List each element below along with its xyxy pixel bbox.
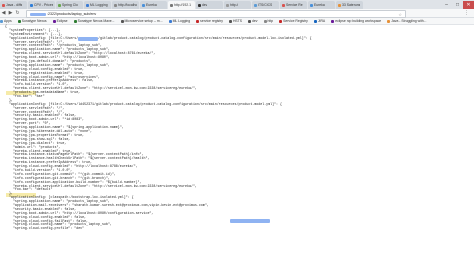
tab-title: Spring Clo — [62, 3, 78, 7]
browser-tab[interactable]: Java - diffs — [0, 1, 27, 9]
tab-favicon-icon — [142, 3, 145, 7]
bookmark-label: Service Registry — [283, 19, 308, 23]
tab-title: Eureka — [146, 3, 157, 7]
browser-tab[interactable]: 33 Sateruns — [336, 1, 363, 9]
forward-icon[interactable]: ▶ — [7, 10, 14, 16]
bookmark-label: http — [267, 19, 274, 23]
bookmark-favicon-icon — [73, 19, 77, 23]
bookmark-favicon-icon — [279, 19, 283, 23]
bookmark-item[interactable]: Eclipse — [52, 19, 68, 23]
browser-tab[interactable]: CPV - Prices — [28, 1, 55, 9]
bookmark-favicon-icon — [0, 19, 3, 23]
bookmark-label: Java - Struggling with... — [391, 19, 427, 23]
tab-favicon-icon — [338, 3, 341, 7]
bookmark-favicon-icon — [228, 19, 232, 23]
bookmark-label: Apps — [4, 19, 12, 23]
bookmark-label: Eclipse — [56, 19, 68, 23]
tab-title: ITS/CICS — [258, 3, 273, 7]
back-icon[interactable]: ◀ — [0, 10, 7, 16]
tab-title: http://192.1 — [174, 3, 191, 7]
url-field[interactable]: :2322/products/laptop_sub/env ☆ — [26, 10, 406, 18]
tab-favicon-icon — [282, 3, 285, 7]
bookmark-favicon-icon — [120, 19, 124, 23]
tab-favicon-icon — [58, 3, 61, 7]
tab-favicon-icon — [30, 3, 33, 7]
maximize-icon[interactable]: □ — [452, 1, 463, 9]
bookmark-item[interactable]: HSTS — [228, 19, 243, 23]
tab-title: http://localho — [118, 3, 138, 7]
bookmark-favicon-icon — [313, 19, 317, 23]
bookmark-item[interactable]: service registry — [196, 19, 223, 23]
window-controls: – □ ✕ — [441, 1, 474, 9]
bookmark-item[interactable]: Sonatype Nexus — [17, 19, 47, 23]
bookmark-item[interactable]: Java - Struggling with... — [387, 19, 426, 23]
bookmark-label: JIRA — [317, 19, 326, 23]
tab-title: http:// — [230, 3, 239, 7]
bookmark-label: Microservice setup -- m... — [124, 19, 163, 23]
bookmark-item[interactable]: http — [263, 19, 274, 23]
browser-tab[interactable]: ITS/CICS — [252, 1, 279, 9]
bookmark-item[interactable]: eclipse rcp building workspace — [331, 19, 381, 23]
json-text: { "systemProperties": {...}, "systemEnvi… — [5, 24, 474, 231]
browser-tab[interactable]: dev — [196, 1, 223, 9]
tab-favicon-icon — [114, 3, 117, 7]
browser-tab-bar: Java - diffs CPV - Prices Spring Clo ML Log… — [0, 0, 474, 9]
tab-favicon-icon — [198, 3, 201, 7]
reload-icon[interactable]: ↻ — [14, 10, 21, 16]
browser-tab[interactable]: http://192.1 — [168, 1, 195, 9]
tab-favicon-icon — [170, 3, 173, 7]
bookmark-favicon-icon — [196, 19, 200, 23]
bookmark-favicon-icon — [168, 19, 172, 23]
tab-favicon-icon — [226, 3, 229, 7]
browser-tab[interactable]: Service Re — [280, 1, 307, 9]
tab-title: Service Re — [286, 3, 303, 7]
bookmark-item[interactable]: Service Registry — [279, 19, 308, 23]
close-icon[interactable]: ✕ — [463, 1, 474, 9]
bookmark-favicon-icon — [331, 19, 335, 23]
tab-title: ML Logging — [90, 3, 108, 7]
tab-title: CPV - Prices — [34, 3, 54, 7]
browser-tab[interactable]: Eureka — [308, 1, 335, 9]
tab-favicon-icon — [2, 3, 5, 7]
browser-tab[interactable]: ML Logging — [84, 1, 111, 9]
browser-tab[interactable]: http:// — [224, 1, 251, 9]
tab-title: Eureka — [314, 3, 325, 7]
tab-title: 33 Sateruns — [342, 3, 361, 7]
bookmark-favicon-icon — [248, 19, 252, 23]
bookmark-favicon-icon — [17, 19, 21, 23]
address-bar-row: ◀ ▶ ↻ :2322/products/laptop_sub/env ☆ ⋮ — [0, 9, 474, 18]
bookmark-favicon-icon — [52, 19, 56, 23]
json-line: "spring.cloud.config.profile": "dev" — [5, 226, 85, 231]
browser-tab[interactable]: http://localho — [112, 1, 139, 9]
bookmark-item[interactable]: JIRA — [313, 19, 326, 23]
url-redaction — [30, 12, 46, 16]
json-viewer: { "systemProperties": {...}, "systemEnvi… — [0, 24, 474, 275]
bookmark-item[interactable]: Microservice setup -- m... — [120, 19, 163, 23]
tab-title: Java - diffs — [6, 3, 23, 7]
browser-tab[interactable]: Eureka — [140, 1, 167, 9]
minimize-icon[interactable]: – — [441, 1, 452, 9]
tab-favicon-icon — [310, 3, 313, 7]
bookmark-label: Sonatype Nexus Mave... — [77, 19, 115, 23]
tab-title: dev — [202, 3, 208, 7]
bookmark-item[interactable]: ML Logging — [168, 19, 191, 23]
bookmark-favicon-icon — [263, 19, 267, 23]
bookmark-label: eclipse rcp building workspace — [335, 19, 382, 23]
browser-menu-icon[interactable]: ⋮ — [464, 10, 469, 16]
bookmark-label: ML Logging — [172, 19, 191, 23]
bookmark-label: dev — [252, 19, 258, 23]
bookmark-label: Sonatype Nexus — [21, 19, 47, 23]
bookmarks-bar: Apps Sonatype Nexus Eclipse Sonatype Nexus … — [0, 18, 474, 25]
bookmark-item[interactable]: Apps — [0, 19, 12, 23]
bookmark-favicon-icon — [387, 19, 391, 23]
browser-tab[interactable]: Spring Clo — [56, 1, 83, 9]
bookmark-item[interactable]: Sonatype Nexus Mave... — [73, 19, 115, 23]
url-text: :2322/products/laptop_sub/env — [47, 12, 97, 16]
tab-favicon-icon — [254, 3, 257, 7]
bookmark-label: HSTS — [232, 19, 243, 23]
bookmark-item[interactable]: dev — [248, 19, 258, 23]
tab-favicon-icon — [86, 3, 89, 7]
bookmark-label: service registry — [200, 19, 223, 23]
bookmark-star-icon[interactable]: ☆ — [398, 12, 402, 17]
